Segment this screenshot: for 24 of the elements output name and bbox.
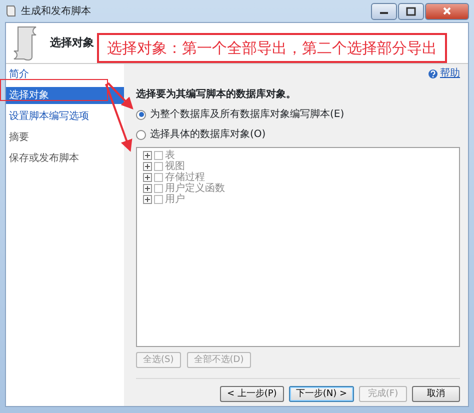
nav-item[interactable]: 保存或发布脚本 bbox=[6, 150, 124, 167]
window-title: 生成和发布脚本 bbox=[21, 4, 91, 18]
nav-item[interactable]: 简介 bbox=[6, 66, 124, 83]
radio-button[interactable] bbox=[136, 110, 146, 120]
annotation-text: 选择对象：第一个全部导出，第二个选择部分导出 bbox=[97, 33, 447, 63]
radio-label[interactable]: 选择具体的数据库对象(O) bbox=[150, 127, 266, 142]
prompt-text: 选择要为其编写脚本的数据库对象。 bbox=[136, 87, 297, 102]
dialog-button[interactable]: 下一步(N) > bbox=[288, 386, 354, 402]
dialog-button[interactable]: 取消 bbox=[412, 386, 460, 402]
maximize-icon bbox=[406, 6, 416, 16]
close-icon bbox=[442, 6, 452, 16]
app-icon bbox=[5, 5, 17, 17]
radio-button[interactable] bbox=[136, 130, 146, 140]
page-title: 选择对象 bbox=[50, 34, 94, 51]
radio-label[interactable]: 为整个数据库及所有数据库对象编写脚本(E) bbox=[150, 107, 344, 122]
help-icon bbox=[428, 68, 438, 78]
help-link[interactable]: 帮助 bbox=[428, 66, 460, 81]
close-button[interactable] bbox=[425, 2, 469, 20]
maximize-button[interactable] bbox=[398, 2, 424, 20]
nav-item[interactable]: 摘要 bbox=[6, 129, 124, 146]
nav-item[interactable]: 设置脚本编写选项 bbox=[6, 108, 124, 125]
nav-item[interactable]: 选择对象 bbox=[6, 87, 124, 104]
minimize-button[interactable] bbox=[371, 2, 397, 20]
dialog-button[interactable]: < 上一步(P) bbox=[220, 386, 284, 402]
